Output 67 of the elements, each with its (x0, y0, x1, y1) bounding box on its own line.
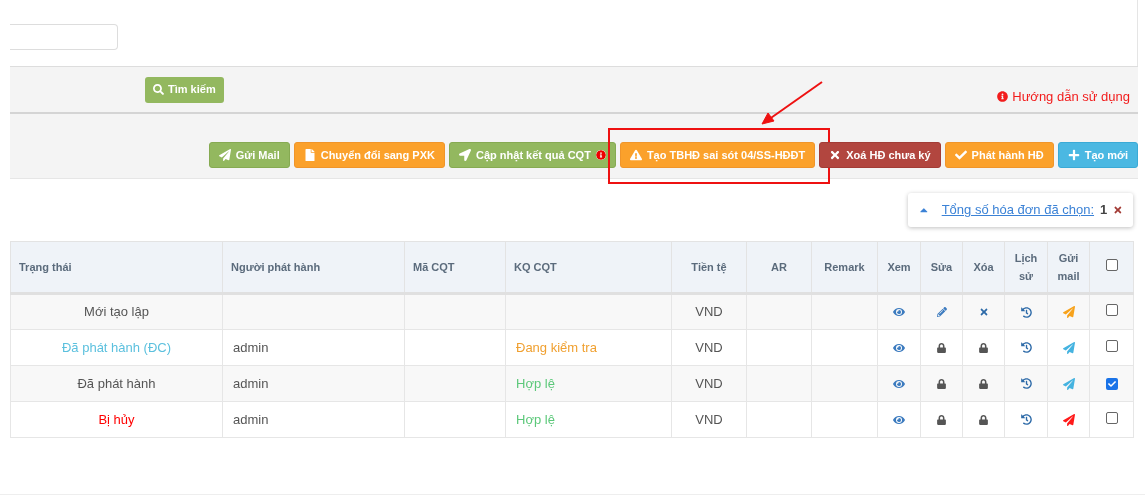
info-icon (997, 91, 1009, 102)
result-text: Đang kiểm tra (516, 339, 597, 355)
table-cell: admin (233, 411, 269, 427)
toolbar-button[interactable]: Xoá HĐ chưa ký (819, 142, 941, 168)
column-header: Sửa (920, 241, 963, 294)
selection-count: 1 (1100, 201, 1108, 220)
status-text: Bị hủy (98, 411, 135, 427)
close-icon[interactable] (1113, 205, 1123, 215)
status-text: Đã phát hành (77, 375, 156, 391)
paper-plane-icon (218, 149, 231, 161)
checkbox[interactable] (1105, 259, 1118, 272)
checkbox[interactable] (1105, 377, 1118, 390)
check-icon (954, 149, 967, 161)
view-icon[interactable] (893, 413, 905, 426)
toolbar-button[interactable]: Tạo TBHĐ sai sót 04/SS-HĐĐT (619, 142, 816, 168)
toolbar-button[interactable]: Cập nhật kết quả CQT (449, 142, 616, 168)
view-icon[interactable] (893, 341, 905, 354)
table-cell: admin (233, 339, 269, 355)
arrow-icon (459, 149, 471, 161)
column-header: KQ CQT (505, 241, 672, 294)
paper-plane-icon[interactable] (1062, 413, 1075, 426)
pencil-icon[interactable] (936, 307, 947, 317)
toolbar-button[interactable]: Tạo mới (1057, 142, 1138, 168)
status-text: Mới tạo lập (84, 304, 149, 320)
history-icon[interactable] (1020, 378, 1032, 389)
column-header: Xóa (962, 241, 1005, 294)
checkbox[interactable] (1105, 339, 1118, 352)
toolbar-button[interactable]: Gửi Mail (208, 142, 290, 168)
table-cell: admin (233, 375, 269, 391)
view-icon[interactable] (893, 377, 905, 390)
text-field[interactable] (10, 24, 118, 50)
column-header: Lịch sử (1004, 241, 1048, 294)
column-header: Xem (877, 241, 921, 294)
table-cell: VND (695, 375, 723, 391)
column-header: Người phát hành (222, 241, 405, 294)
plus-icon (1067, 149, 1080, 161)
status-text: Đã phát hành (ĐC) (61, 339, 172, 355)
search-button[interactable]: Tìm kiếm (145, 76, 224, 103)
view-icon[interactable] (893, 306, 905, 318)
delete-icon[interactable] (978, 307, 989, 317)
close-icon (829, 149, 842, 161)
selection-count-link[interactable]: Tổng số hóa đơn đã chọn: (941, 200, 1095, 220)
toolbar-button[interactable]: Phát hành HĐ (944, 142, 1054, 168)
table-cell: VND (695, 339, 723, 355)
warning-icon (629, 149, 642, 161)
table-cell: VND (695, 304, 723, 320)
info-icon (595, 150, 606, 160)
arrow-drawing (759, 80, 824, 126)
paper-plane-icon[interactable] (1062, 341, 1075, 354)
table-cell: VND (695, 411, 723, 427)
file-icon (303, 149, 316, 161)
search-icon (153, 84, 164, 95)
column-header: Tiền tệ (671, 241, 747, 294)
history-icon[interactable] (1020, 414, 1032, 425)
result-text: Hợp lệ (516, 375, 555, 391)
checkbox[interactable] (1105, 411, 1118, 424)
help-link[interactable]: Hướng dẫn sử dụng (997, 86, 1130, 107)
checkbox[interactable] (1105, 304, 1118, 317)
result-text: Hợp lệ (516, 411, 555, 427)
column-header: Mã CQT (404, 241, 506, 294)
column-header: AR (746, 241, 812, 294)
toolbar-button[interactable]: Chuyển đổi sang PXK (293, 142, 445, 168)
history-icon[interactable] (1020, 306, 1032, 318)
column-header: Trạng thái (10, 241, 223, 294)
column-header: Gửi mail (1047, 241, 1090, 294)
column-header: Remark (811, 241, 878, 294)
history-icon[interactable] (1020, 342, 1032, 353)
